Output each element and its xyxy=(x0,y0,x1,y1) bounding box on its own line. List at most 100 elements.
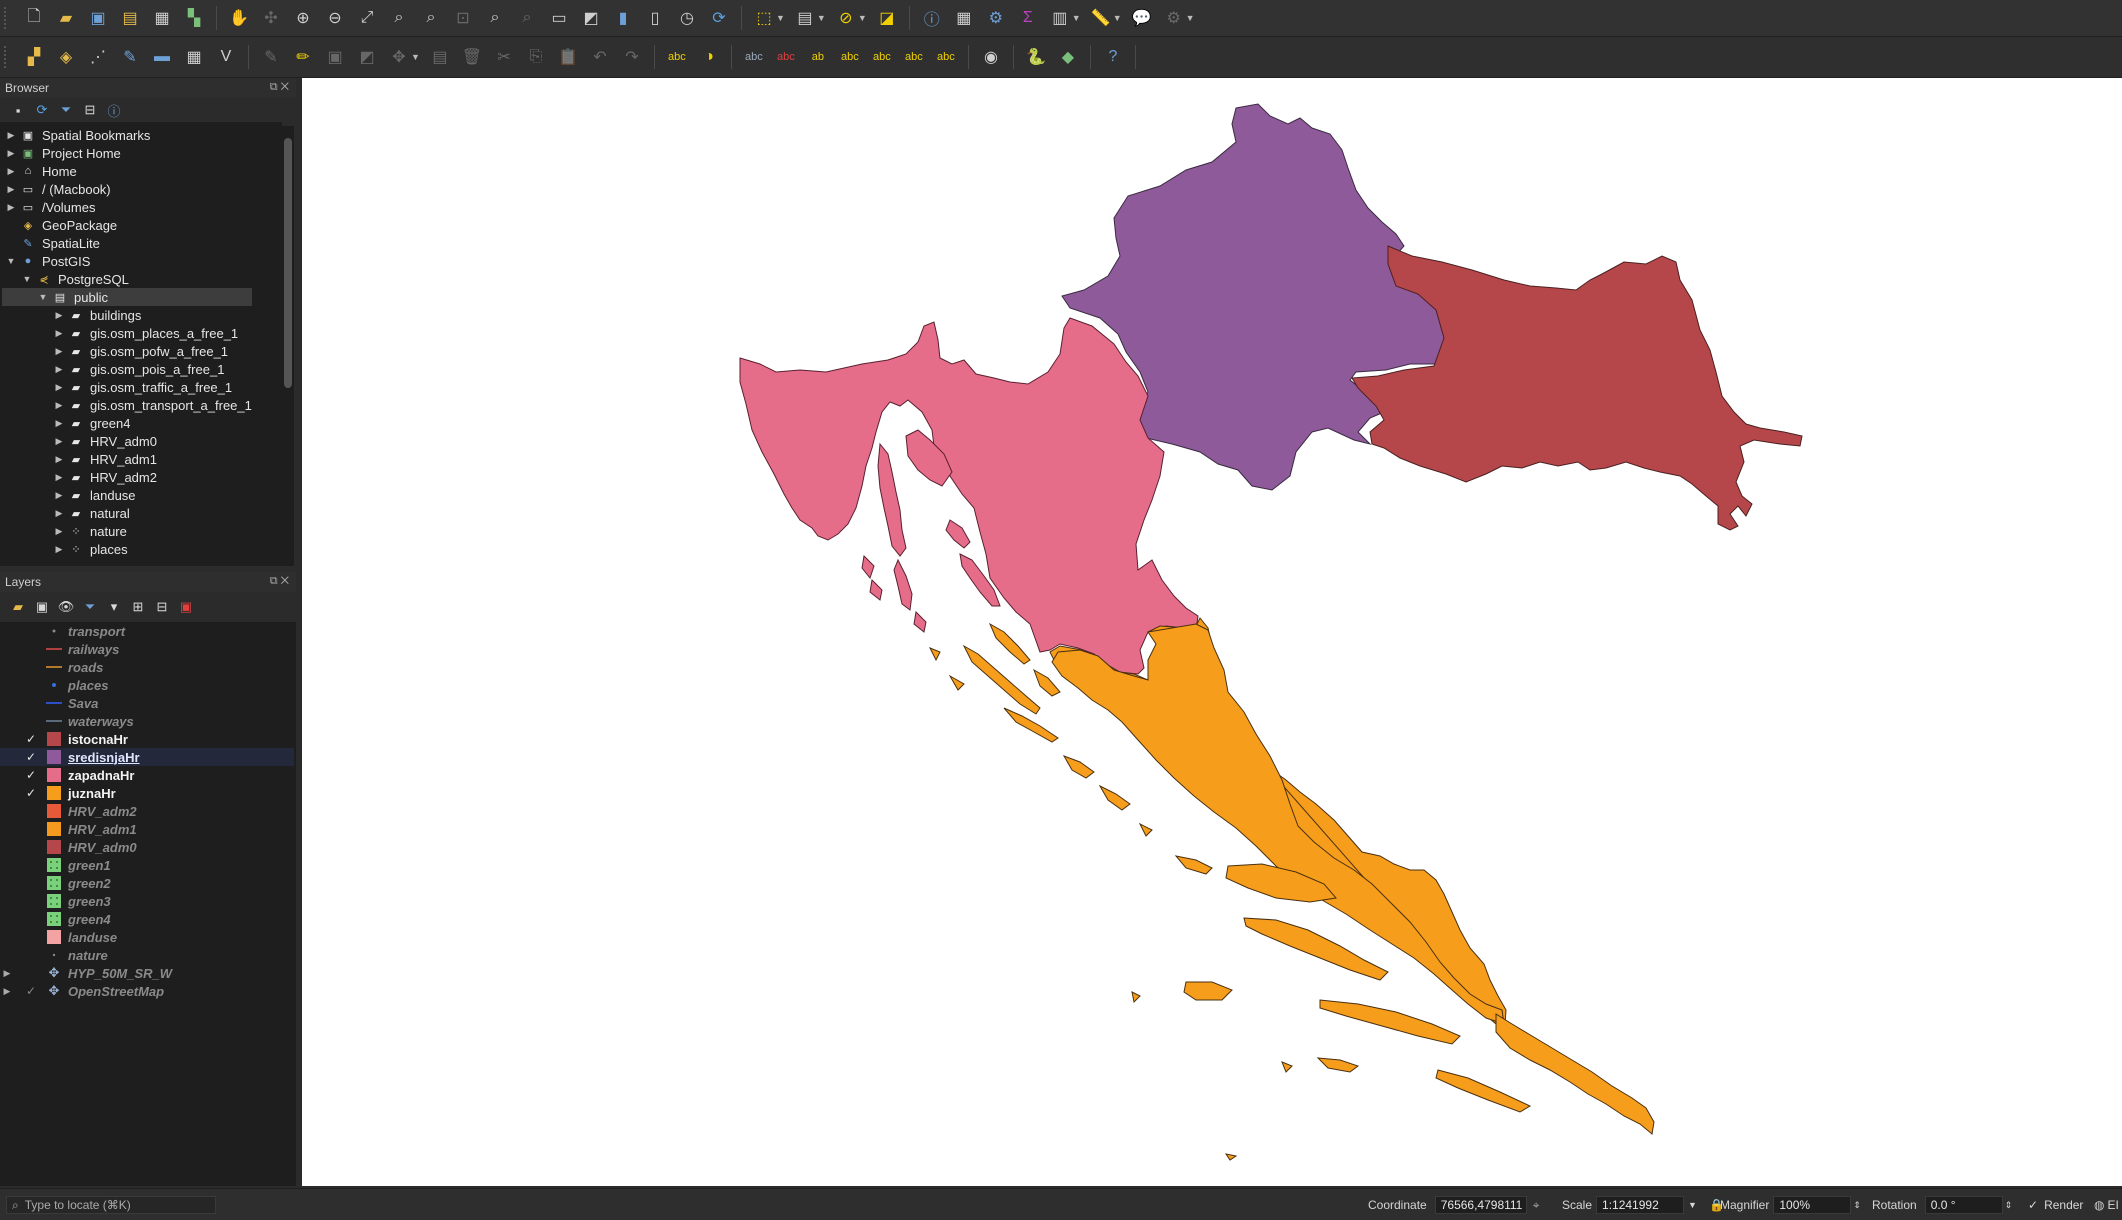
layer-row-transport[interactable]: transport xyxy=(0,622,294,640)
browser-item-hrv-adm2[interactable]: ▶ ▰ HRV_adm2 xyxy=(52,468,157,486)
pan-to-selection-icon[interactable]: ✣ xyxy=(259,6,283,30)
layer-checkbox-checked[interactable]: ✓ xyxy=(24,786,38,800)
expand-all-icon[interactable]: ⊞ xyxy=(128,597,148,617)
georeferencer-icon[interactable]: ◉ xyxy=(979,45,1003,69)
layer-row-places[interactable]: places xyxy=(0,676,294,694)
refresh-icon[interactable]: ⟳ xyxy=(707,6,731,30)
python-console-icon[interactable]: 🐍 xyxy=(1024,45,1048,69)
cut-icon[interactable]: ✂ xyxy=(492,45,516,69)
show-layout-dropdown-icon[interactable]: ▼ xyxy=(1186,13,1195,23)
layer-checkbox[interactable] xyxy=(24,696,38,710)
select-dropdown-icon[interactable]: ▼ xyxy=(776,13,785,23)
layer-row-hrv-adm2[interactable]: HRV_adm2 xyxy=(0,802,294,820)
layer-labeling-icon[interactable]: abc xyxy=(742,45,766,69)
island-susac[interactable] xyxy=(1281,1061,1293,1073)
show-hide-labels-icon[interactable]: abc xyxy=(774,45,798,69)
layer-checkbox[interactable] xyxy=(24,894,38,908)
browser-item-natural[interactable]: ▶ ▰ natural xyxy=(52,504,130,522)
magnifier-field[interactable]: 100% xyxy=(1773,1196,1852,1214)
island-cres[interactable] xyxy=(877,442,907,557)
layer-checkbox[interactable] xyxy=(24,858,38,872)
select-by-value-icon[interactable]: ▤ xyxy=(793,6,817,30)
field-calculator-icon[interactable]: ▥ xyxy=(1048,6,1072,30)
identify-icon[interactable]: ⓘ xyxy=(920,6,944,30)
browser-scrollbar[interactable] xyxy=(282,126,294,566)
island-drvenik[interactable] xyxy=(1138,822,1153,837)
island-small-1[interactable] xyxy=(861,554,875,580)
layer-checkbox[interactable] xyxy=(24,930,38,944)
island-small-s2[interactable] xyxy=(948,674,965,691)
layer-row-zapadnahr[interactable]: ✓ zapadnaHr xyxy=(0,766,294,784)
browser-item-postgis[interactable]: ▼ ● PostGIS xyxy=(4,252,91,270)
locator-search-field[interactable]: ⌕ Type to locate (⌘K) xyxy=(6,1196,216,1214)
data-source-manager-icon[interactable]: ▞ xyxy=(22,45,46,69)
visibility-icon[interactable]: 👁 xyxy=(56,597,76,617)
zoom-next-icon[interactable]: ⌕ xyxy=(515,6,539,30)
multi-edit-icon[interactable]: ▤ xyxy=(428,45,452,69)
measure-icon[interactable]: 📏 xyxy=(1089,6,1113,30)
move-label-icon[interactable]: abc xyxy=(870,45,894,69)
browser-item-project-home[interactable]: ▶ ▣ Project Home xyxy=(4,144,121,162)
region-juznahr-tail[interactable] xyxy=(1495,1013,1655,1135)
island-lastovo[interactable] xyxy=(1316,1057,1360,1073)
scale-dropdown-icon[interactable]: ▼ xyxy=(1688,1200,1697,1210)
globe-icon[interactable]: ◍ xyxy=(2094,1198,2104,1212)
coordinate-field[interactable]: 76566,4798111 xyxy=(1434,1196,1527,1214)
rotation-spin-icon[interactable]: ⇕ xyxy=(2005,1200,2013,1211)
island-korcula[interactable] xyxy=(1319,999,1461,1045)
toggle-editing-icon[interactable]: ✏ xyxy=(291,45,315,69)
magnifier-spin-icon[interactable]: ⇕ xyxy=(1853,1200,1861,1211)
render-checkbox[interactable]: ✓ xyxy=(2028,1198,2038,1212)
layer-row-nature[interactable]: nature xyxy=(0,946,294,964)
layer-row-green2[interactable]: green2 xyxy=(0,874,294,892)
new-bookmark-icon[interactable]: ▮ xyxy=(611,6,635,30)
attribute-table-icon[interactable]: ▦ xyxy=(952,6,976,30)
layer-checkbox[interactable] xyxy=(24,804,38,818)
browser-item-osm-pois[interactable]: ▶ ▰ gis.osm_pois_a_free_1 xyxy=(52,360,225,378)
zoom-out-icon[interactable]: ⊖ xyxy=(323,6,347,30)
island-ugljan[interactable] xyxy=(988,622,1031,665)
browser-item-places[interactable]: ▶ ⁘ places xyxy=(52,540,128,558)
toolbar-grip-2[interactable] xyxy=(4,46,12,68)
deselect-dropdown-icon[interactable]: ▼ xyxy=(858,13,867,23)
remove-layer-icon[interactable]: ▣ xyxy=(176,597,196,617)
island-dugi-otok[interactable] xyxy=(962,644,1041,715)
zoom-layer-icon[interactable]: ⌕ xyxy=(387,6,411,30)
browser-item-osm-transport[interactable]: ▶ ▰ gis.osm_transport_a_free_1 xyxy=(52,396,252,414)
add-feature-icon[interactable]: ◩ xyxy=(355,45,379,69)
layer-row-green4[interactable]: green4 xyxy=(0,910,294,928)
layer-checkbox[interactable] xyxy=(24,948,38,962)
new-spatialite-icon[interactable]: ▬ xyxy=(150,45,174,69)
browser-item-postgresql[interactable]: ▼ ⋞ PostgreSQL xyxy=(20,270,129,288)
layer-checkbox[interactable] xyxy=(24,642,38,656)
dock-float-close-icon[interactable]: ⧉✕ xyxy=(270,575,292,588)
add-selected-layers-icon[interactable]: ▪ xyxy=(8,100,28,120)
show-bookmarks-icon[interactable]: ▯ xyxy=(643,6,667,30)
region-istocnahr[interactable] xyxy=(1351,245,1803,531)
island-small-2[interactable] xyxy=(869,578,883,601)
filter-legend-icon[interactable]: ⏷ xyxy=(80,597,100,617)
new-geopackage-icon[interactable]: ◈ xyxy=(54,45,78,69)
highlight-pinned-icon[interactable]: abc xyxy=(838,45,862,69)
browser-item-osm-places[interactable]: ▶ ▰ gis.osm_places_a_free_1 xyxy=(52,324,239,342)
layer-checkbox[interactable] xyxy=(24,912,38,926)
layer-row-roads[interactable]: roads xyxy=(0,658,294,676)
layer-row-green1[interactable]: green1 xyxy=(0,856,294,874)
browser-item-nature[interactable]: ▶ ⁘ nature xyxy=(52,522,127,540)
save-project-icon[interactable]: ▣ xyxy=(86,6,110,30)
island-small-s1[interactable] xyxy=(928,647,941,662)
island-small-3[interactable] xyxy=(913,610,927,633)
browser-item-volumes[interactable]: ▶ ▭/Volumes xyxy=(4,198,96,216)
map-svg[interactable] xyxy=(302,78,2122,1186)
layer-checkbox[interactable] xyxy=(24,966,38,980)
browser-item-osm-traffic[interactable]: ▶ ▰ gis.osm_traffic_a_free_1 xyxy=(52,378,233,396)
island-bisevo[interactable] xyxy=(1131,991,1141,1004)
map-canvas[interactable] xyxy=(302,78,2122,1186)
map-tips-icon[interactable]: 💬 xyxy=(1130,6,1154,30)
new-project-icon[interactable]: 🗋 xyxy=(22,6,46,30)
browser-item-hrv-adm0[interactable]: ▶ ▰ HRV_adm0 xyxy=(52,432,157,450)
browser-item-buildings[interactable]: ▶ ▰ buildings xyxy=(52,306,142,324)
open-project-icon[interactable]: ▰ xyxy=(54,6,78,30)
save-as-icon[interactable]: ▤ xyxy=(118,6,142,30)
select-location-icon[interactable]: ◪ xyxy=(875,6,899,30)
